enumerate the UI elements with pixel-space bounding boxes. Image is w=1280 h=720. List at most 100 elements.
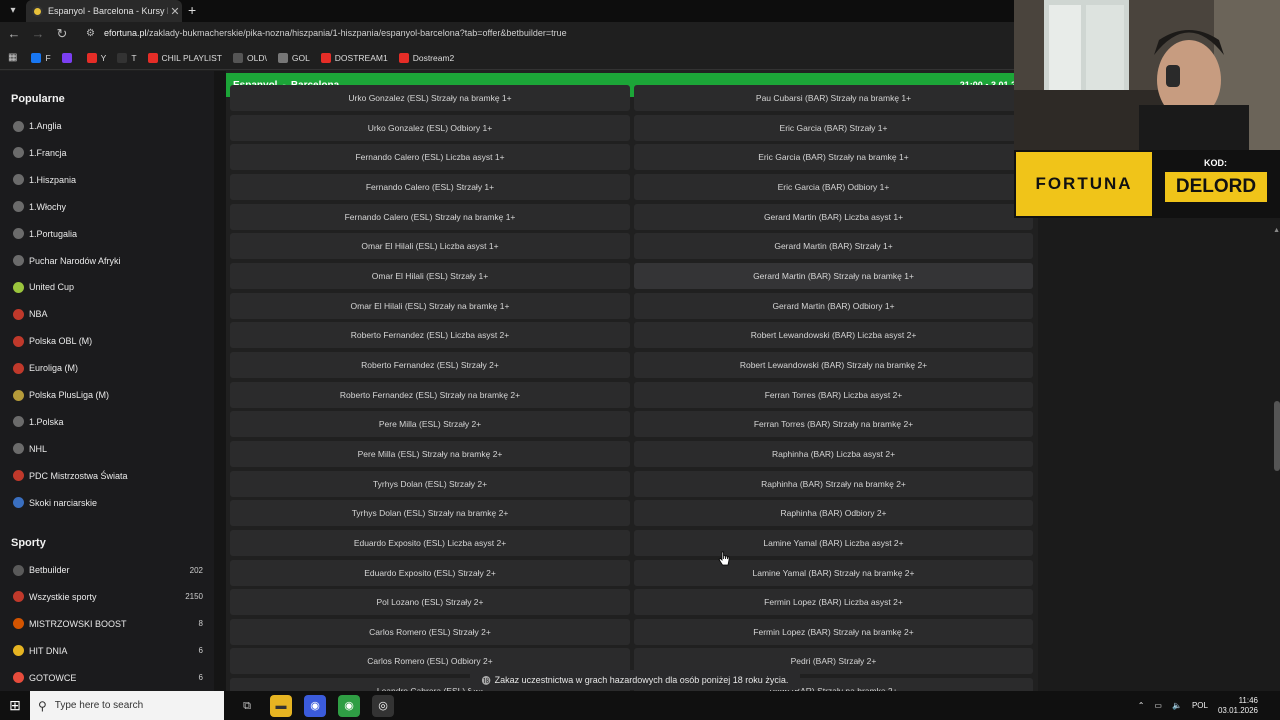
bet-option[interactable]: Robert Lewandowski (BAR) Strzały na bram… <box>634 351 1033 378</box>
bet-option[interactable]: Gerard Martin (BAR) Strzały 1+ <box>634 233 1033 260</box>
bookmark-4[interactable]: CHIL PLAYLIST <box>147 52 222 63</box>
bookmark-0[interactable]: F <box>31 52 51 63</box>
sidebar-item[interactable]: NHL <box>13 441 203 457</box>
bet-option[interactable]: Roberto Fernandez (ESL) Strzały na bramk… <box>230 381 630 408</box>
bet-option[interactable]: Eric Garcia (BAR) Odbiory 1+ <box>634 173 1033 200</box>
sidebar-item[interactable]: NBA <box>13 306 203 322</box>
bet-option[interactable]: Raphinha (BAR) Strzały na bramkę 2+ <box>634 470 1033 497</box>
sidebar-item-label: HIT DNIA <box>29 645 68 656</box>
sidebar-item[interactable]: 1.Francja <box>13 145 203 161</box>
sidebar-item[interactable]: Polska PlusLiga (M) <box>13 387 203 403</box>
bookmark-8[interactable]: Dostream2 <box>398 52 454 63</box>
windows-start-icon[interactable]: ⊞ <box>0 697 30 714</box>
tennis-ball-icon <box>13 281 24 293</box>
sidebar-item[interactable]: Betbuilder 202 <box>13 562 203 578</box>
bet-option[interactable]: Omar El Hilali (ESL) Liczba asyst 1+ <box>230 233 630 260</box>
close-tab-icon[interactable]: ✕ <box>168 5 182 18</box>
sidebar-item[interactable]: Wszystkie sporty 2150 <box>13 589 203 605</box>
chrome-icon[interactable]: ◉ <box>338 694 360 717</box>
bet-option[interactable]: Urko Gonzalez (ESL) Odbiory 1+ <box>230 114 630 141</box>
bookmark-1[interactable] <box>61 52 76 63</box>
sidebar-item[interactable]: 1.Anglia <box>13 118 203 134</box>
sidebar-item[interactable]: Puchar Narodów Afryki <box>13 253 203 269</box>
bet-option[interactable]: Pere Milla (ESL) Strzały na bramkę 2+ <box>230 440 630 467</box>
sidebar-item[interactable]: 1.Polska <box>13 414 203 430</box>
sidebar-item[interactable]: GOTOWCE 6 <box>13 670 203 686</box>
bet-option[interactable]: Tyrhys Dolan (ESL) Strzały 2+ <box>230 470 630 497</box>
bet-option[interactable]: Gerard Martin (BAR) Liczba asyst 1+ <box>634 203 1033 230</box>
bookmark-5[interactable]: OLD\ <box>233 52 267 63</box>
bet-option[interactable]: Ferran Torres (BAR) Liczba asyst 2+ <box>634 381 1033 408</box>
volume-icon[interactable]: 🔈 <box>1172 701 1182 710</box>
bet-option[interactable]: Lamine Yamal (BAR) Strzały na bramkę 2+ <box>634 559 1033 586</box>
bet-option[interactable]: Robert Lewandowski (BAR) Liczba asyst 2+ <box>634 322 1033 349</box>
sidebar-item[interactable]: 1.Hiszpania <box>13 172 203 188</box>
url-field[interactable]: efortuna.pl/zaklady-bukmacherskie/pika-n… <box>104 28 567 38</box>
bet-option[interactable]: Fernando Calero (ESL) Strzały 1+ <box>230 173 630 200</box>
bet-option[interactable]: Pol Lozano (ESL) Strzały 2+ <box>230 589 630 616</box>
page-scrollbar[interactable] <box>1274 401 1280 471</box>
bet-option[interactable]: Fernando Calero (ESL) Strzały na bramkę … <box>230 203 630 230</box>
tab-search-icon[interactable]: ▾ <box>4 2 22 20</box>
sidebar-item[interactable]: HIT DNIA 6 <box>13 643 203 659</box>
back-arrow-icon[interactable]: ← <box>6 26 22 41</box>
bookmark-6[interactable]: GOL <box>277 52 310 63</box>
bet-option[interactable]: Fermin Lopez (BAR) Strzały na bramkę 2+ <box>634 618 1033 645</box>
bet-option[interactable]: Roberto Fernandez (ESL) Liczba asyst 2+ <box>230 322 630 349</box>
bet-option[interactable]: Urko Gonzalez (ESL) Strzały na bramkę 1+ <box>230 85 630 111</box>
file-explorer-icon[interactable]: ▬ <box>270 694 292 717</box>
bet-option[interactable]: Tyrhys Dolan (ESL) Strzały na bramkę 2+ <box>230 500 630 527</box>
sidebar-item[interactable]: 1.Włochy <box>13 199 203 215</box>
new-tab-button[interactable]: + <box>188 2 196 18</box>
bet-option[interactable]: Roberto Fernandez (ESL) Strzały 2+ <box>230 351 630 378</box>
language-indicator[interactable]: POL <box>1192 701 1208 710</box>
clock-time: 11:46 <box>1238 695 1258 705</box>
bet-option[interactable]: Eduardo Exposito (ESL) Liczba asyst 2+ <box>230 529 630 556</box>
task-view-icon[interactable]: ⧉ <box>236 695 258 717</box>
browser-tab[interactable]: Espanyol - Barcelona - Kursy Pi ✕ <box>26 0 182 22</box>
bookmark-2[interactable]: Y <box>86 52 106 63</box>
bookmark-7[interactable]: DOSTREAM1 <box>320 52 388 63</box>
sidebar-item[interactable]: MISTRZOWSKI BOOST 8 <box>13 616 203 632</box>
apps-grid-icon[interactable]: ▦ <box>8 52 17 63</box>
sidebar-item[interactable]: United Cup <box>13 279 203 295</box>
bookmark-3[interactable]: T <box>117 52 137 63</box>
sidebar-item[interactable]: Euroliga (M) <box>13 360 203 376</box>
bet-option[interactable]: Raphinha (BAR) Odbiory 2+ <box>634 500 1033 527</box>
taskbar-search-box[interactable]: ⚲ Type here to search <box>30 691 224 720</box>
tray-expand-icon[interactable]: ⌃ <box>1138 701 1145 710</box>
forward-arrow-icon[interactable]: → <box>30 26 46 41</box>
bet-option[interactable]: Carlos Romero (ESL) Strzały 2+ <box>230 618 630 645</box>
sidebar-item[interactable]: Polska OBL (M) <box>13 333 203 349</box>
scroll-up-arrow-icon[interactable]: ▲ <box>1273 227 1280 234</box>
soccer-ball-icon <box>13 201 24 213</box>
bet-option[interactable]: Eduardo Exposito (ESL) Strzały 2+ <box>230 559 630 586</box>
sidebar-item[interactable]: PDC Mistrzostwa Świata <box>13 468 203 484</box>
bet-option[interactable]: Gerard Martin (BAR) Odbiory 1+ <box>634 292 1033 319</box>
bookmark-label: OLD\ <box>247 52 267 63</box>
site-info-icon[interactable]: ⚙ <box>86 28 95 39</box>
sidebar-item[interactable]: 1.Portugalia <box>13 226 203 242</box>
taskbar-clock[interactable]: 11:46 03.01.2026 <box>1218 696 1258 716</box>
network-icon[interactable]: ▭ <box>1154 701 1162 710</box>
bet-option[interactable]: Fernando Calero (ESL) Liczba asyst 1+ <box>230 144 630 171</box>
bet-option[interactable]: Pere Milla (ESL) Strzały 2+ <box>230 411 630 438</box>
bet-option[interactable]: Fermin Lopez (BAR) Liczba asyst 2+ <box>634 589 1033 616</box>
bet-option[interactable]: Eric Garcia (BAR) Strzały na bramkę 1+ <box>634 144 1033 171</box>
sidebar-item[interactable]: Skoki narciarskie <box>13 495 203 511</box>
chrome-profile-icon[interactable]: ◉ <box>304 694 326 717</box>
bet-option[interactable]: Ferran Torres (BAR) Strzały na bramkę 2+ <box>634 411 1033 438</box>
reload-icon[interactable]: ↻ <box>54 26 70 42</box>
bet-option[interactable]: Raphinha (BAR) Liczba asyst 2+ <box>634 440 1033 467</box>
system-tray: ⌃ ▭ 🔈 POL 11:46 03.01.2026 <box>1138 691 1280 720</box>
sidebar-item-label: 1.Polska <box>29 416 64 427</box>
bet-option[interactable]: Omar El Hilali (ESL) Strzały na bramkę 1… <box>230 292 630 319</box>
bet-option[interactable]: Lamine Yamal (BAR) Liczba asyst 2+ <box>634 529 1033 556</box>
bet-option[interactable]: Omar El Hilali (ESL) Strzały 1+ <box>230 262 630 289</box>
bookmark-favicon-icon <box>86 52 97 63</box>
bet-option[interactable]: Pau Cubarsi (BAR) Strzały na bramkę 1+ <box>634 85 1033 111</box>
obs-icon[interactable]: ◎ <box>372 694 394 717</box>
bet-option[interactable]: Eric Garcia (BAR) Strzały 1+ <box>634 114 1033 141</box>
bet-option[interactable]: Gerard Martin (BAR) Strzały na bramkę 1+ <box>634 262 1033 289</box>
bookmark-favicon-icon <box>117 52 128 63</box>
